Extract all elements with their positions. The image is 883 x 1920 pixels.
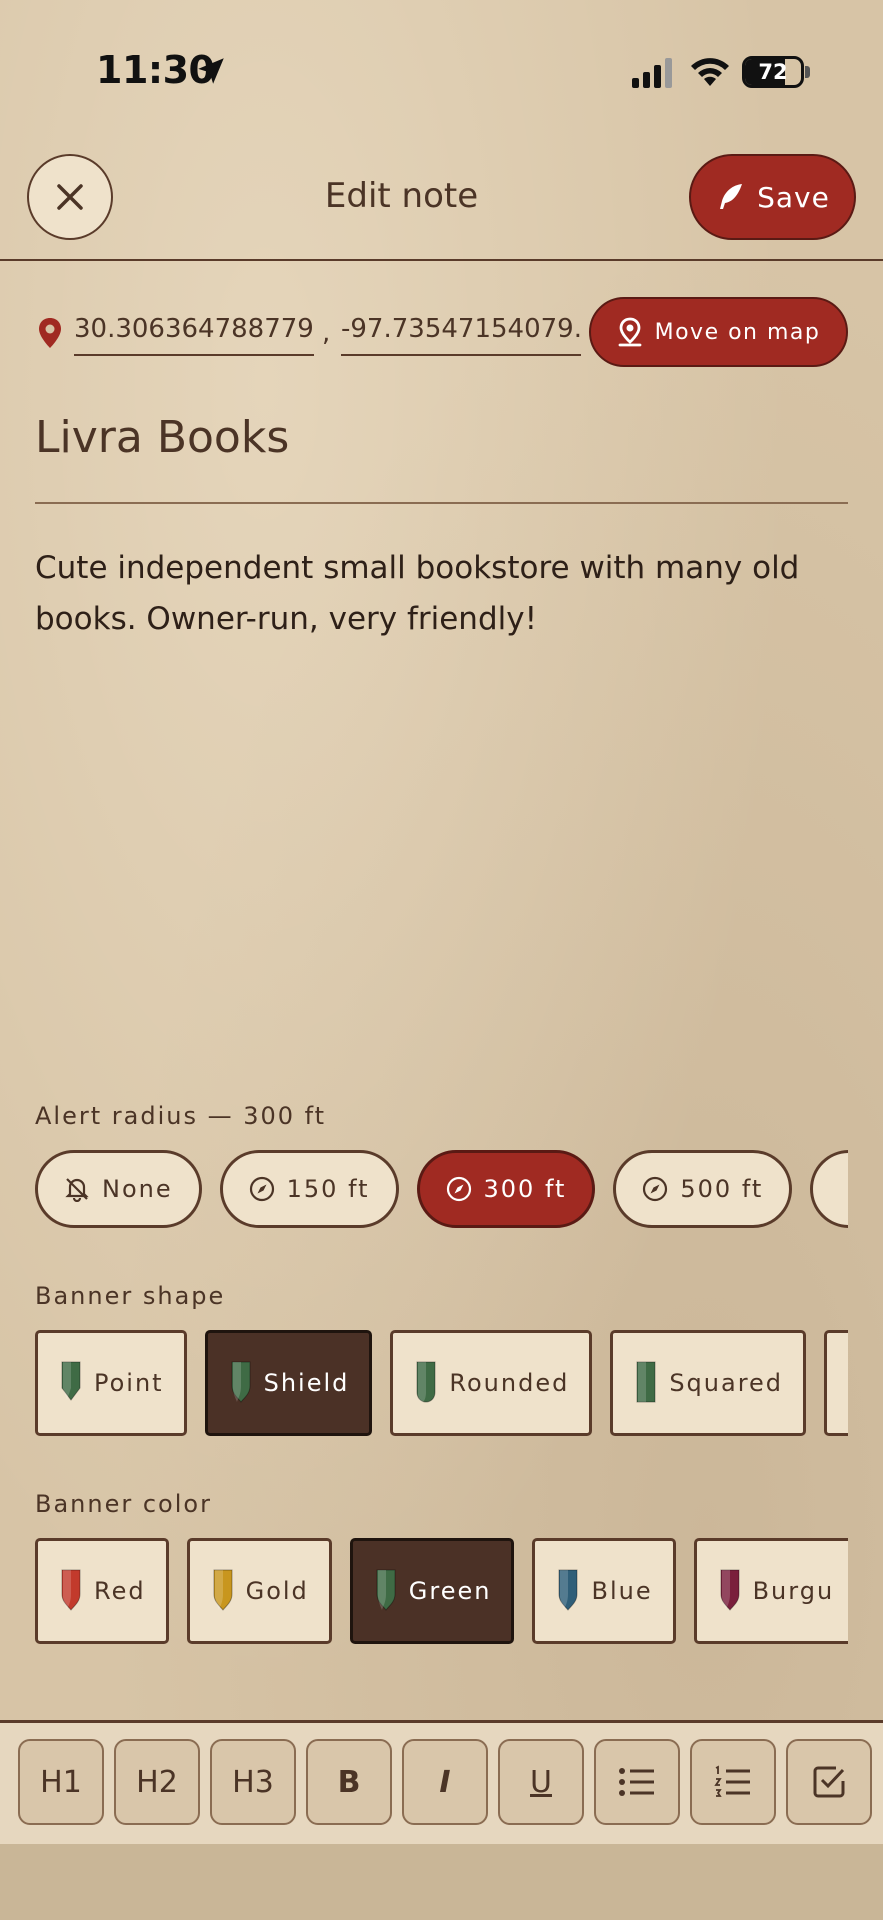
underline-button[interactable]: U (498, 1739, 584, 1825)
banner-icon (231, 1361, 251, 1403)
banner-icon (720, 1569, 740, 1611)
cellular-signal-icon (632, 58, 672, 88)
banner-shape-label: Banner shape (35, 1282, 226, 1310)
banner-icon (61, 1569, 81, 1611)
heading1-label: H1 (40, 1764, 82, 1800)
banner-color-tile[interactable]: Gold (186, 1538, 332, 1644)
move-on-map-button[interactable]: Move on map (589, 297, 848, 367)
alert-radius-options: None 150 ft 300 ft 500 ft (35, 1150, 848, 1230)
bullet-list-button[interactable] (594, 1739, 680, 1825)
banner-shape-tile[interactable]: Point (35, 1330, 187, 1436)
banner-color-label: Banner color (35, 1490, 212, 1518)
alert-radius-chip[interactable]: 500 ft (613, 1150, 793, 1228)
move-on-map-label: Move on map (654, 319, 821, 345)
banner-icon (636, 1361, 656, 1403)
banner-color-label: Gold (245, 1577, 309, 1605)
map-pin-icon (39, 318, 61, 348)
alert-radius-chip[interactable]: 150 ft (219, 1150, 399, 1228)
alert-radius-chip-overflow[interactable] (810, 1150, 848, 1228)
banner-color-tile[interactable]: Green (349, 1538, 515, 1644)
heading3-label: H3 (232, 1764, 274, 1800)
alert-radius-chip-label: 150 ft (286, 1175, 370, 1203)
underline-label: U (530, 1764, 552, 1800)
coordinate-separator: , (322, 318, 331, 348)
italic-button[interactable]: I (402, 1739, 488, 1825)
banner-color-tile[interactable]: Red (35, 1538, 169, 1644)
banner-shape-options: Point Shield Rounded Squared (35, 1330, 848, 1438)
banner-icon (558, 1569, 578, 1611)
heading2-button[interactable]: H2 (114, 1739, 200, 1825)
heading3-button[interactable]: H3 (210, 1739, 296, 1825)
formatting-toolbar: H1 H2 H3 B I U (0, 1720, 883, 1844)
title-divider (35, 502, 848, 504)
checkbox-icon (813, 1766, 845, 1798)
bold-button[interactable]: B (306, 1739, 392, 1825)
banner-color-label: Green (408, 1577, 492, 1605)
location-arrow-icon (198, 58, 224, 84)
italic-label: I (439, 1764, 451, 1800)
banner-shape-tile[interactable]: Rounded (390, 1330, 593, 1436)
alert-radius-chip[interactable]: 300 ft (416, 1150, 596, 1228)
banner-shape-tile[interactable]: Shield (204, 1330, 373, 1436)
numbered-list-icon (714, 1765, 750, 1797)
banner-icon (61, 1361, 81, 1401)
alert-radius-chip-label: None (102, 1175, 173, 1203)
banner-shape-label: Shield (263, 1369, 350, 1397)
compass-icon (643, 1176, 668, 1202)
alert-radius-label: Alert radius — 300 ft (35, 1102, 327, 1130)
banner-color-label: Red (94, 1577, 146, 1605)
bullet-list-icon (619, 1768, 654, 1796)
quill-icon (720, 184, 743, 209)
save-button-label: Save (757, 180, 830, 214)
banner-icon (416, 1361, 436, 1403)
heading2-label: H2 (136, 1764, 178, 1800)
banner-color-tile[interactable]: Burgu (693, 1538, 848, 1644)
map-pin-icon (618, 317, 642, 347)
alert-radius-chip[interactable]: None (35, 1150, 202, 1228)
battery-icon: 72 (742, 56, 804, 88)
numbered-list-button[interactable] (690, 1739, 776, 1825)
checklist-button[interactable] (786, 1739, 872, 1825)
banner-color-tile[interactable]: Blue (532, 1538, 676, 1644)
compass-icon (446, 1176, 471, 1202)
banner-shape-label: Point (94, 1369, 164, 1397)
note-title-input[interactable]: Livra Books (35, 412, 289, 463)
longitude-input[interactable]: -97.73547154079... (341, 314, 581, 344)
header-divider (0, 259, 883, 261)
bell-off-icon (65, 1178, 89, 1202)
bold-label: B (337, 1764, 361, 1800)
page-title: Edit note (324, 176, 479, 216)
battery-nub (805, 66, 810, 78)
save-button[interactable]: Save (689, 154, 856, 240)
banner-color-label: Burgu (752, 1577, 835, 1605)
battery-percentage: 72 (758, 60, 788, 84)
keyboard-spacer (0, 1844, 883, 1920)
compass-icon (249, 1176, 274, 1202)
banner-shape-tile[interactable]: Squared (610, 1330, 807, 1436)
latitude-underline (74, 354, 314, 356)
banner-color-label: Blue (591, 1577, 653, 1605)
banner-color-options: Red Gold Green Blue Burgu (35, 1538, 848, 1646)
heading1-button[interactable]: H1 (18, 1739, 104, 1825)
banner-icon (376, 1569, 396, 1611)
banner-shape-label: Rounded (449, 1369, 570, 1397)
latitude-input[interactable]: 30.3063647887792 (74, 314, 314, 344)
longitude-underline (341, 354, 581, 356)
banner-icon (213, 1569, 233, 1611)
banner-shape-label: Squared (669, 1369, 784, 1397)
banner-shape-tile-overflow[interactable] (824, 1330, 848, 1436)
alert-radius-chip-label: 300 ft (483, 1175, 567, 1203)
wifi-icon (691, 58, 729, 86)
note-body-editor[interactable]: Cute independent small bookstore with ma… (35, 543, 835, 645)
alert-radius-chip-label: 500 ft (680, 1175, 764, 1203)
